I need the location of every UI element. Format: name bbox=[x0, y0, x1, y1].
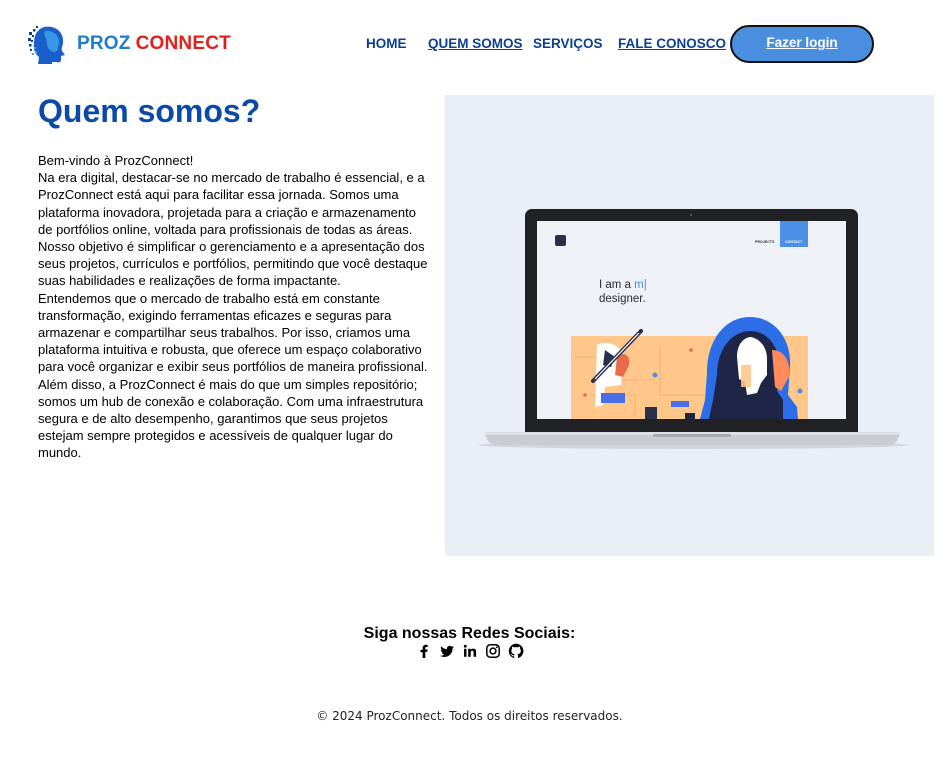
brand-name-part2: CONNECT bbox=[135, 33, 231, 54]
about-paragraph: Entendemos que o mercado de trabalho est… bbox=[38, 290, 428, 375]
brand-name-part1: PROZ bbox=[77, 33, 131, 54]
nav-fale-conosco[interactable]: FALE CONOSCO bbox=[618, 36, 726, 51]
brand-logo[interactable]: PROZ CONNECT bbox=[28, 24, 231, 64]
logo-head-icon bbox=[28, 26, 65, 64]
screen-headline-typed: m| bbox=[634, 279, 647, 291]
brand-name: PROZ CONNECT bbox=[77, 33, 231, 55]
screen-headline-line2: designer. bbox=[599, 293, 646, 305]
screen-nav-contact: CONTACT bbox=[785, 240, 803, 244]
nav-home[interactable]: HOME bbox=[366, 36, 407, 51]
about-text: Bem-vindo à ProzConnect! Na era digital,… bbox=[38, 152, 428, 462]
about-paragraph: Além disso, a ProzConnect é mais do que … bbox=[38, 376, 424, 461]
social-title: Siga nossas Redes Sociais: bbox=[363, 625, 576, 642]
page-title: Quem somos? bbox=[38, 93, 261, 129]
svg-text:I am a m|: I am a m| bbox=[599, 279, 647, 291]
nav-servicos[interactable]: SERVIÇOS bbox=[533, 36, 603, 51]
instagram-icon[interactable] bbox=[485, 643, 501, 659]
copyright-text: © 2024 ProzConnect. Todos os direitos re… bbox=[316, 709, 623, 723]
twitter-icon[interactable] bbox=[439, 643, 455, 659]
screen-nav-projects: PROJECTS bbox=[755, 240, 775, 244]
github-icon[interactable] bbox=[508, 643, 524, 659]
login-button[interactable]: Fazer login bbox=[730, 25, 874, 63]
about-paragraph: Nosso objetivo é simplificar o gerenciam… bbox=[38, 239, 428, 289]
about-paragraph: Na era digital, destacar-se no mercado d… bbox=[38, 170, 425, 237]
linkedin-icon[interactable] bbox=[462, 643, 478, 659]
laptop-illustration: PROJECTS CONTACT I am a m| designer. bbox=[445, 95, 934, 556]
laptop-illustration-svg: PROJECTS CONTACT I am a m| designer. bbox=[478, 209, 908, 449]
facebook-icon[interactable] bbox=[416, 643, 432, 659]
nav-quem-somos[interactable]: QUEM SOMOS bbox=[428, 36, 523, 51]
screen-headline-prefix: I am a bbox=[599, 279, 634, 291]
about-paragraph: Bem-vindo à ProzConnect! bbox=[38, 153, 194, 168]
social-icons bbox=[0, 643, 939, 659]
